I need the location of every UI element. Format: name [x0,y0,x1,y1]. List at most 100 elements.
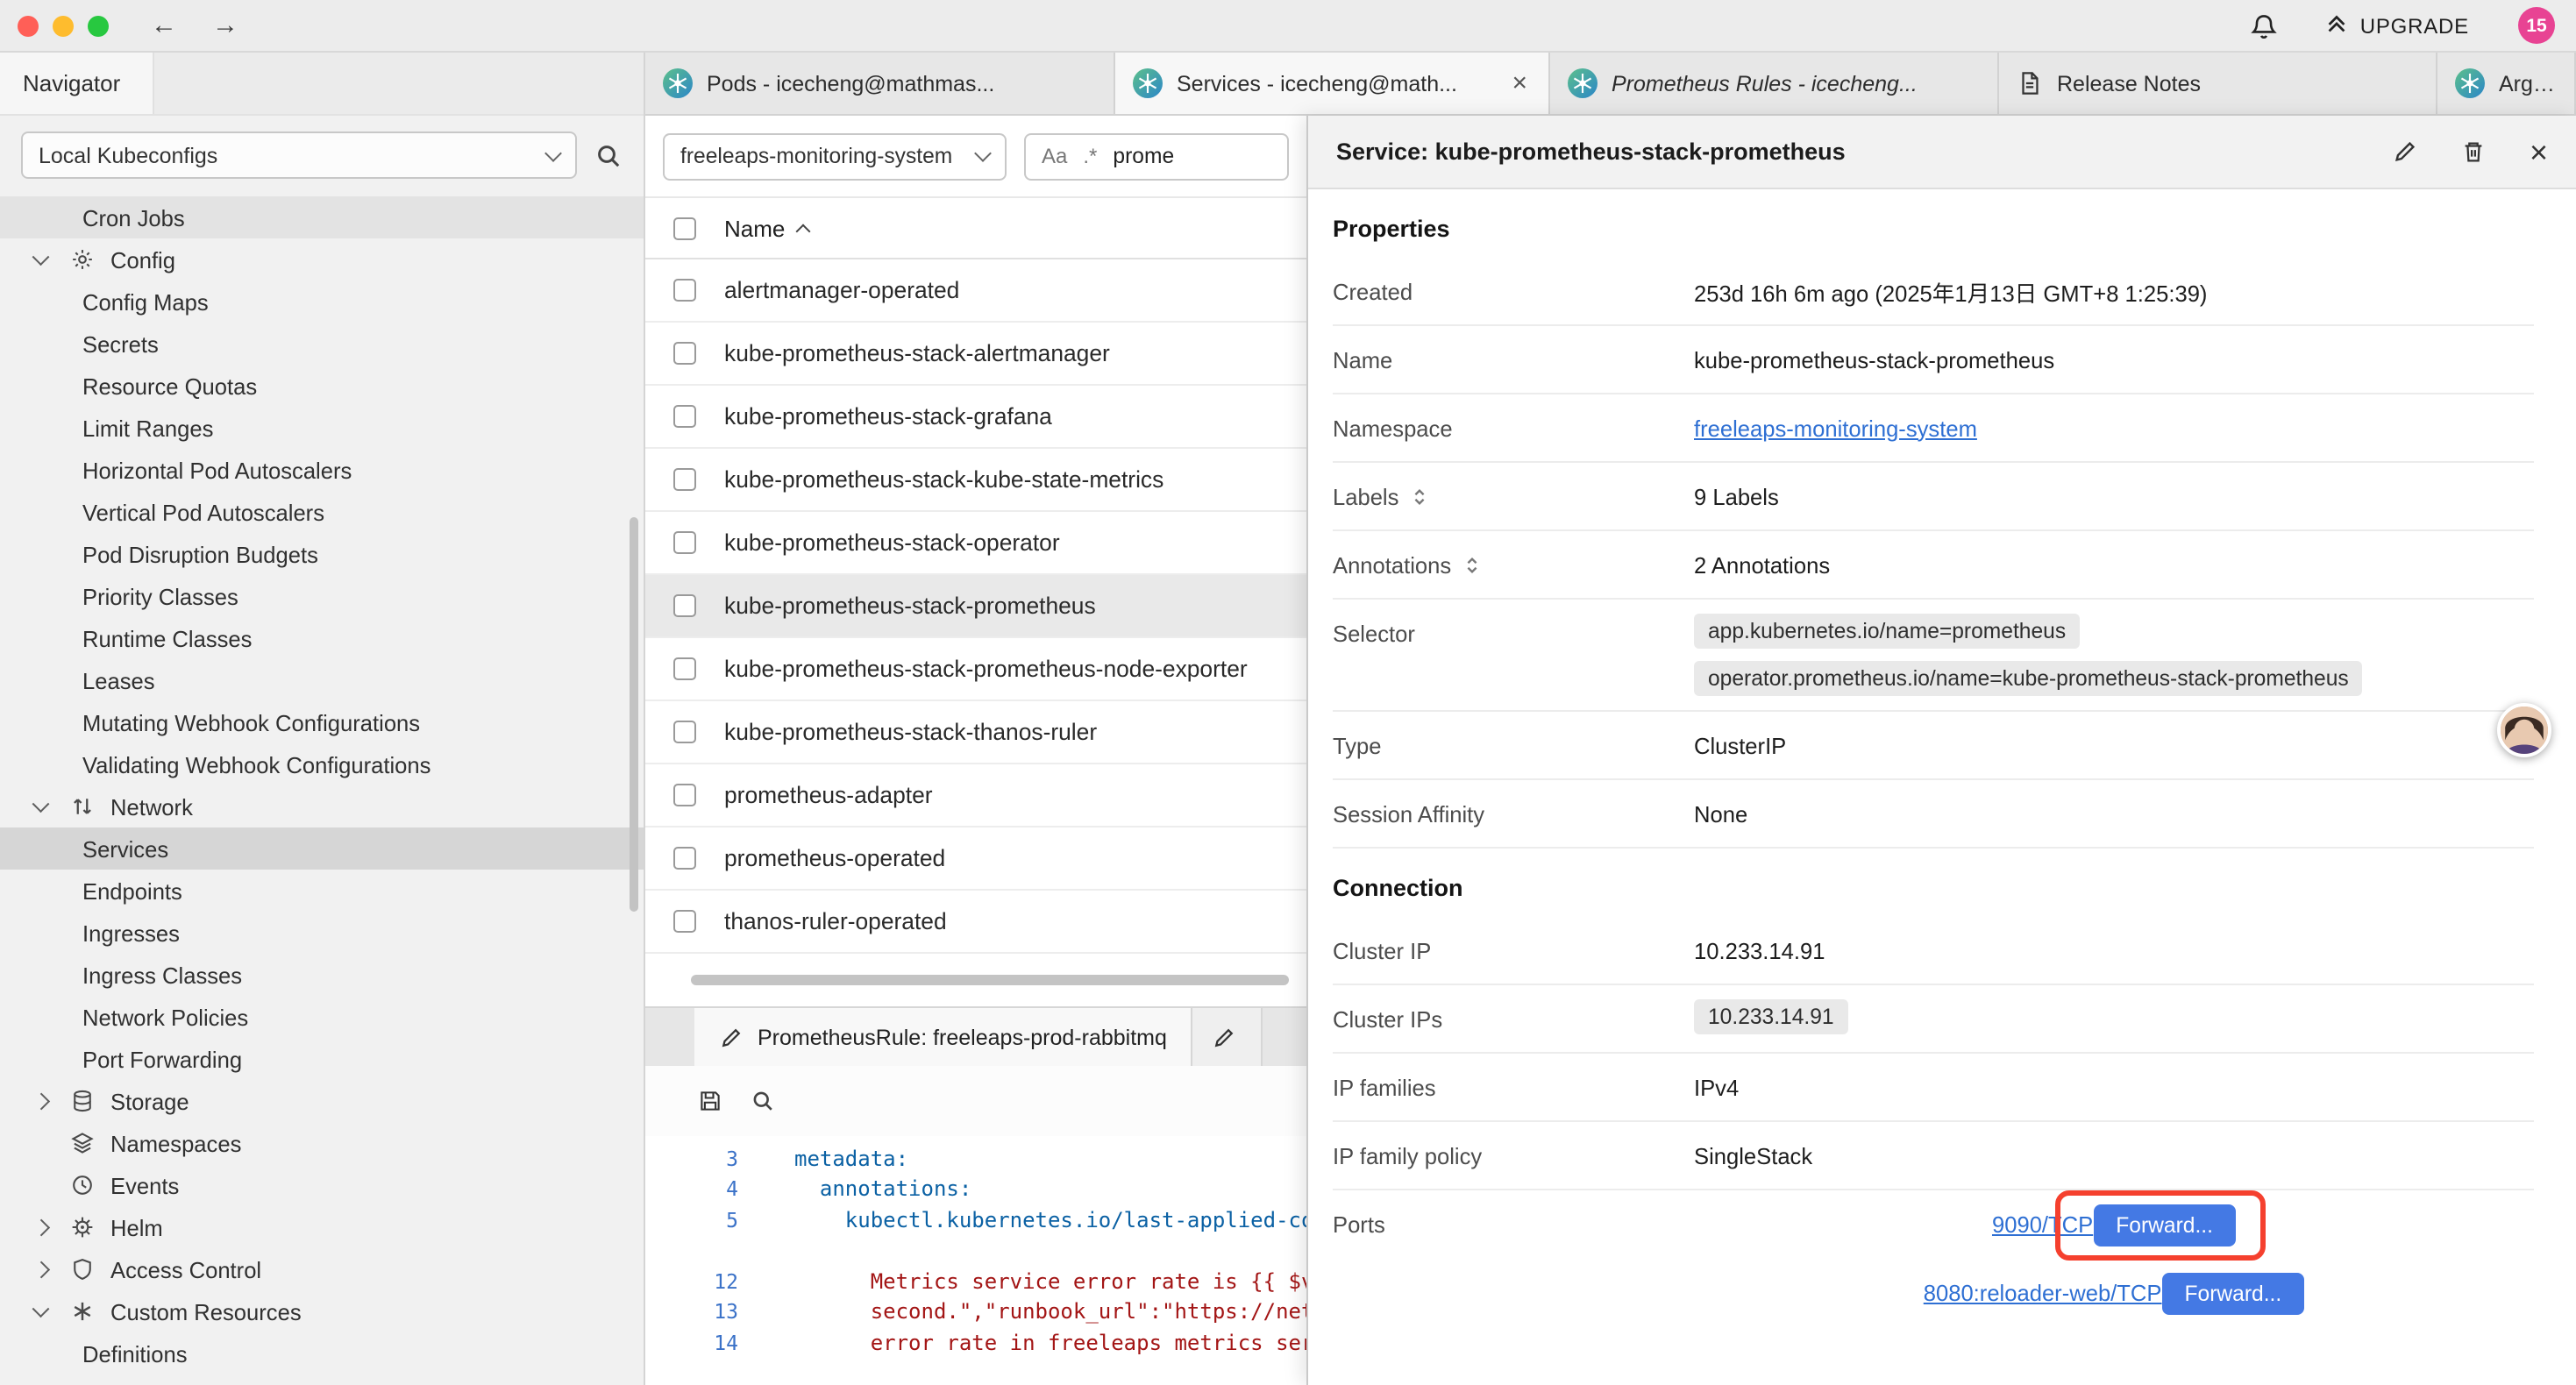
sidebar-item-network[interactable]: Network [0,785,644,827]
sidebar-item-ingresses[interactable]: Ingresses [0,912,644,954]
sidebar-item-config[interactable]: Config [0,238,644,281]
sidebar-item-pod-disruption-budgets[interactable]: Pod Disruption Budgets [0,533,644,575]
select-all-checkbox[interactable] [673,217,696,239]
sidebar-item-config-maps[interactable]: Config Maps [0,281,644,323]
forward-button[interactable]: → [212,11,238,40]
row-checkbox[interactable] [673,594,696,617]
sidebar-item-services[interactable]: Services [0,827,644,870]
sidebar-item-label: Leases [82,667,155,693]
forward-button[interactable]: Forward... [2162,1272,2305,1314]
sidebar-item-storage[interactable]: Storage [0,1080,644,1122]
name-column-header[interactable]: Name [724,215,808,241]
editor-search-icon[interactable] [751,1089,775,1113]
table-row-kube-prometheus-stack-alertmanager[interactable]: kube-prometheus-stack-alertmanager [645,323,1306,386]
row-checkbox[interactable] [673,721,696,743]
tab-pods-icecheng-mathmas[interactable]: Pods - icecheng@mathmas... [645,53,1115,114]
table-row-kube-prometheus-stack-prometheus-node-exporter[interactable]: kube-prometheus-stack-prometheus-node-ex… [645,638,1306,701]
document-icon [2017,70,2043,96]
kubeconfig-selector[interactable]: Local Kubeconfigs [21,131,577,179]
sidebar-item-namespaces[interactable]: Namespaces [0,1122,644,1164]
sidebar-item-secrets[interactable]: Secrets [0,323,644,365]
table-row-kube-prometheus-stack-grafana[interactable]: kube-prometheus-stack-grafana [645,386,1306,449]
table-row-kube-prometheus-stack-prometheus[interactable]: kube-prometheus-stack-prometheus [645,575,1306,638]
sidebar-scrollbar[interactable] [630,517,638,912]
sidebar-item-label: Mutating Webhook Configurations [82,709,420,735]
namespace-link[interactable]: freeleaps-monitoring-system [1694,415,1977,441]
table-row-kube-prometheus-stack-operator[interactable]: kube-prometheus-stack-operator [645,512,1306,575]
table-row-kube-prometheus-stack-thanos-ruler[interactable]: kube-prometheus-stack-thanos-ruler [645,701,1306,764]
sidebar-item-helm[interactable]: Helm [0,1206,644,1248]
sidebar-item-runtime-classes[interactable]: Runtime Classes [0,617,644,659]
row-checkbox[interactable] [673,279,696,302]
close-window-button[interactable] [18,15,39,36]
table-row-prometheus-operated[interactable]: prometheus-operated [645,827,1306,891]
row-checkbox[interactable] [673,784,696,806]
table-row-prometheus-adapter[interactable]: prometheus-adapter [645,764,1306,827]
sidebar-item-mutating-webhook-configurations[interactable]: Mutating Webhook Configurations [0,701,644,743]
row-checkbox[interactable] [673,657,696,680]
horizontal-scrollbar[interactable] [645,954,1306,1006]
minimize-window-button[interactable] [53,15,74,36]
notification-count-badge[interactable]: 15 [2518,7,2555,44]
sidebar-item-leases[interactable]: Leases [0,659,644,701]
match-case-toggle[interactable]: Aa [1042,144,1067,168]
dock-tab-partial[interactable] [1193,1008,1263,1066]
unfold-icon[interactable] [1409,487,1428,506]
sidebar-item-events[interactable]: Events [0,1164,644,1206]
table-row-alertmanager-operated[interactable]: alertmanager-operated [645,259,1306,323]
row-checkbox[interactable] [673,342,696,365]
tab-release-notes[interactable]: Release Notes [1999,53,2437,114]
sidebar-item-vertical-pod-autoscalers[interactable]: Vertical Pod Autoscalers [0,491,644,533]
sidebar-item-cron-jobs[interactable]: Cron Jobs [0,196,644,238]
tab-label: Services - icecheng@math... [1177,71,1494,96]
horizontal-scrollbar-thumb[interactable] [691,975,1289,985]
row-checkbox[interactable] [673,531,696,554]
close-tab-icon[interactable]: × [1508,68,1531,98]
tab-services-icecheng-math[interactable]: Services - icecheng@math... × [1115,53,1550,114]
table-row-thanos-ruler-operated[interactable]: thanos-ruler-operated [645,891,1306,954]
row-checkbox[interactable] [673,468,696,491]
sidebar-item-endpoints[interactable]: Endpoints [0,870,644,912]
tab-bar: Pods - icecheng@mathmas...Services - ice… [645,53,2576,116]
sidebar-item-validating-webhook-configurations[interactable]: Validating Webhook Configurations [0,743,644,785]
sidebar-item-network-policies[interactable]: Network Policies [0,996,644,1038]
row-checkbox[interactable] [673,405,696,428]
notifications-bell-icon[interactable] [2250,11,2278,39]
upgrade-button[interactable]: UPGRADE [2323,10,2469,41]
table-row-kube-prometheus-stack-kube-state-metrics[interactable]: kube-prometheus-stack-kube-state-metrics [645,449,1306,512]
edit-service-icon[interactable] [2393,138,2419,165]
namespace-filter-select[interactable]: freeleaps-monitoring-system [663,132,1007,180]
unfold-icon[interactable] [1462,555,1481,574]
regex-toggle[interactable]: .* [1083,144,1097,168]
row-checkbox[interactable] [673,847,696,870]
close-drawer-icon[interactable]: × [2530,136,2548,167]
user-avatar[interactable] [2497,703,2551,757]
dock-tab-prometheusrule[interactable]: PrometheusRule: freeleaps-prod-rabbitmq [694,1008,1193,1066]
row-checkbox[interactable] [673,910,696,933]
search-input[interactable]: Aa .* prome [1024,132,1289,180]
tab-prometheus-rules-icecheng[interactable]: Prometheus Rules - icecheng... [1550,53,1999,114]
forward-button[interactable]: Forward... [2093,1204,2236,1246]
sidebar-item-resource-quotas[interactable]: Resource Quotas [0,365,644,407]
sidebar-item-port-forwarding[interactable]: Port Forwarding [0,1038,644,1080]
port-link[interactable]: 8080:reloader-web/TCP [1924,1280,2162,1306]
detail-label: Selector [1333,600,1694,647]
sidebar-item-custom-resources[interactable]: Custom Resources [0,1290,644,1332]
sidebar-item-ingress-classes[interactable]: Ingress Classes [0,954,644,996]
search-icon[interactable] [594,141,623,169]
traffic-lights [18,15,109,36]
sidebar-item-priority-classes[interactable]: Priority Classes [0,575,644,617]
sidebar-item-definitions[interactable]: Definitions [0,1332,644,1374]
port-link[interactable]: 9090/TCP [1992,1211,2093,1238]
navigator-tab[interactable]: Navigator [0,53,154,114]
delete-service-icon[interactable] [2461,138,2487,165]
tab-argo-s[interactable]: Argo S [2437,53,2576,114]
sidebar-item-access-control[interactable]: Access Control [0,1248,644,1290]
zoom-window-button[interactable] [88,15,109,36]
sidebar-item-limit-ranges[interactable]: Limit Ranges [0,407,644,449]
sidebar-item-label: Resource Quotas [82,373,257,399]
yaml-editor[interactable]: 3metadata:4 annotations:5 kubectl.kubern… [645,1136,1306,1385]
sidebar-item-horizontal-pod-autoscalers[interactable]: Horizontal Pod Autoscalers [0,449,644,491]
back-button[interactable]: ← [151,11,177,40]
save-icon[interactable] [698,1089,722,1113]
